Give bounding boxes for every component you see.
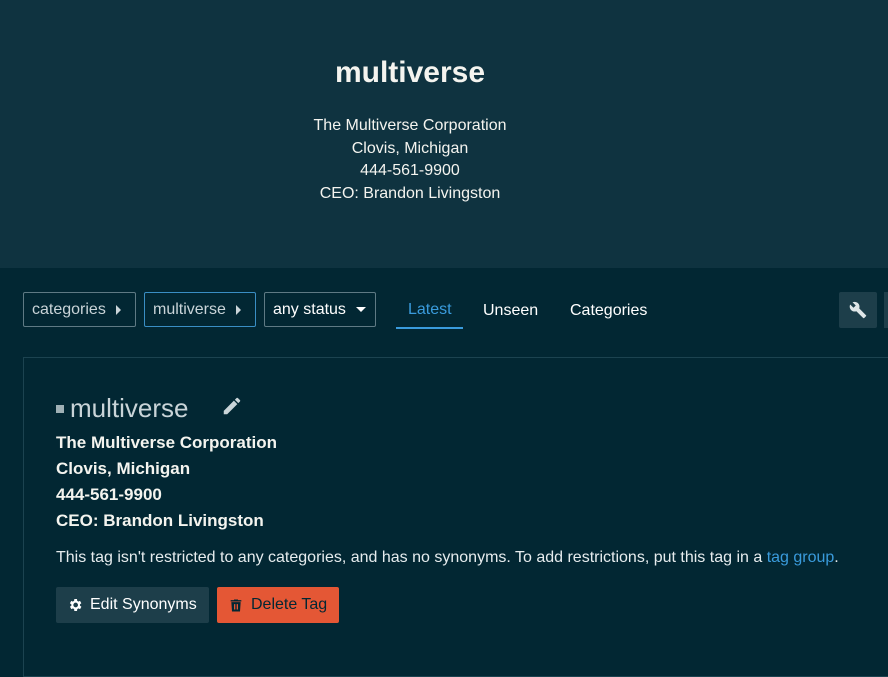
toolbar-edge bbox=[884, 292, 888, 328]
status-filter-dropdown[interactable]: any status bbox=[264, 292, 376, 327]
tab-categories[interactable]: Categories bbox=[570, 292, 647, 329]
tag-description: The Multiverse Corporation Clovis, Michi… bbox=[56, 430, 277, 534]
admin-wrench-button[interactable] bbox=[839, 292, 877, 328]
description-line: Clovis, Michigan bbox=[56, 459, 191, 478]
pencil-icon bbox=[223, 397, 241, 415]
breadcrumb-label: multiverse bbox=[153, 300, 226, 318]
edit-synonyms-button[interactable]: Edit Synonyms bbox=[56, 587, 209, 623]
description-line: 444-561-9900 bbox=[56, 485, 162, 504]
gear-icon bbox=[69, 599, 82, 611]
tag-restriction-note: This tag isn't restricted to any categor… bbox=[56, 549, 839, 567]
tab-label: Latest bbox=[408, 300, 452, 318]
tab-label: Unseen bbox=[483, 301, 539, 319]
banner-line: Clovis, Michigan bbox=[351, 139, 469, 157]
tag-group-link[interactable]: tag group bbox=[767, 549, 835, 566]
caret-down-icon bbox=[355, 307, 366, 312]
edit-synonyms-label: Edit Synonyms bbox=[90, 596, 197, 613]
caret-right-icon bbox=[115, 304, 121, 315]
delete-tag-button[interactable]: Delete Tag bbox=[217, 587, 339, 623]
navigation-bar: categories multiverse any status Latest … bbox=[0, 292, 888, 330]
banner-line: CEO: Brandon Livingston bbox=[319, 184, 501, 202]
banner-title: multiverse bbox=[334, 56, 486, 89]
trash-icon bbox=[230, 599, 242, 611]
banner-description: The Multiverse Corporation Clovis, Michi… bbox=[0, 115, 820, 205]
tag-square-icon bbox=[56, 405, 64, 413]
banner-line: 444-561-9900 bbox=[360, 162, 460, 179]
breadcrumb-label: categories bbox=[32, 300, 106, 318]
description-line: The Multiverse Corporation bbox=[56, 433, 278, 452]
category-banner: multiverse The Multiverse Corporation Cl… bbox=[0, 0, 888, 268]
tag-name: multiverse bbox=[70, 393, 189, 423]
breadcrumb-categories[interactable]: categories bbox=[23, 292, 136, 327]
description-line: CEO: Brandon Livingston bbox=[56, 511, 264, 530]
note-text: This tag isn't restricted to any categor… bbox=[56, 549, 763, 566]
edit-tag-button[interactable] bbox=[221, 395, 243, 417]
banner-line: The Multiverse Corporation bbox=[313, 117, 507, 134]
delete-tag-label: Delete Tag bbox=[251, 596, 328, 613]
tab-label: Categories bbox=[570, 301, 648, 319]
note-end: . bbox=[834, 549, 839, 566]
status-filter-label: any status bbox=[273, 300, 346, 318]
wrench-icon bbox=[849, 301, 867, 319]
tab-latest[interactable]: Latest bbox=[396, 292, 463, 329]
caret-right-icon bbox=[235, 304, 241, 315]
breadcrumb-tag[interactable]: multiverse bbox=[144, 292, 256, 327]
tab-unseen[interactable]: Unseen bbox=[483, 292, 538, 329]
